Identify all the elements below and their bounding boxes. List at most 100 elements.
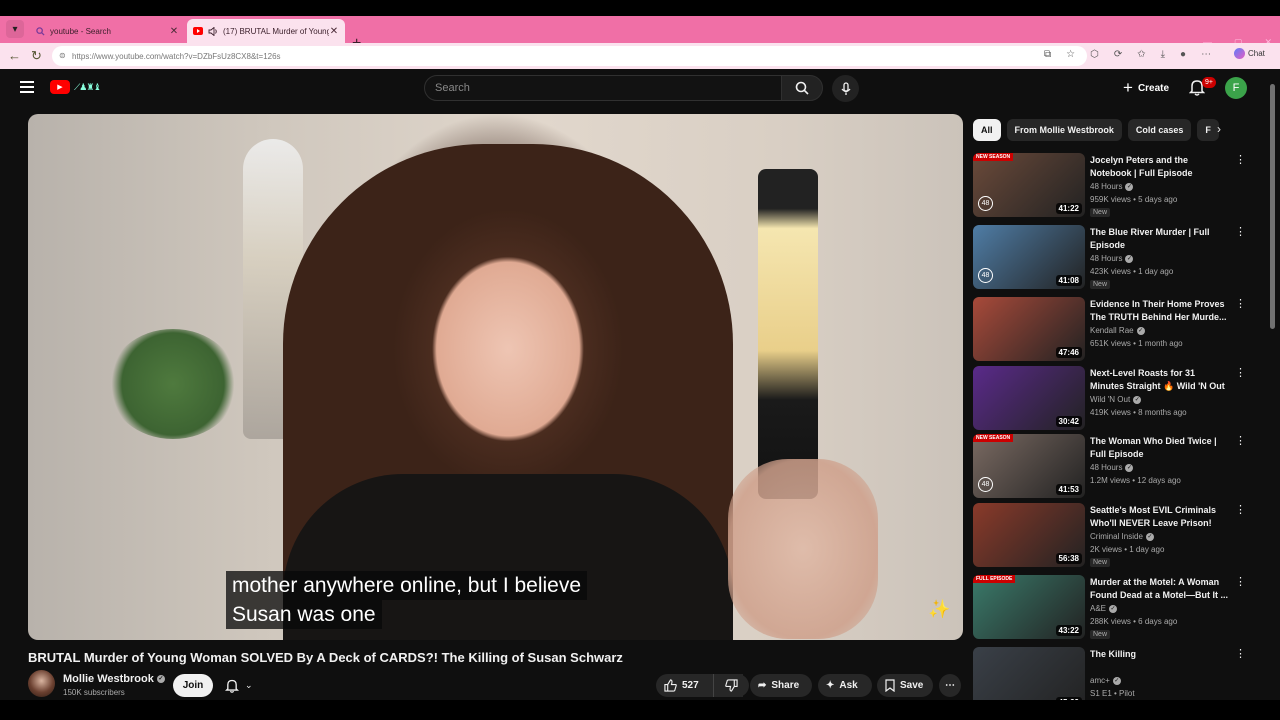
voice-search-button[interactable] [832, 75, 859, 102]
sparkle-icon[interactable]: ✨ [928, 599, 950, 620]
share-button[interactable]: ➦ Share [750, 674, 812, 697]
more-vert-icon[interactable]: ⋮ [1235, 155, 1246, 166]
tab-close-icon[interactable]: ✕ [329, 26, 339, 37]
notification-count-badge: 9+ [1202, 77, 1216, 88]
search-favicon-icon [35, 26, 45, 36]
search-button[interactable] [781, 75, 823, 101]
recommendation-meta: 288K views • 6 days ago [1090, 617, 1178, 626]
scrollbar-thumb[interactable] [1270, 84, 1275, 329]
url-field[interactable]: ⊜ https://www.youtube.com/watch?v=DZbFsU… [52, 46, 1087, 66]
more-vert-icon[interactable]: ⋮ [1235, 577, 1246, 588]
app-install-icon[interactable]: ⧉ [1044, 49, 1051, 60]
url-text: https://www.youtube.com/watch?v=DZbFsUz8… [72, 51, 281, 61]
hamburger-menu-icon[interactable] [20, 81, 34, 93]
recommendation-meta: 419K views • 8 months ago [1090, 408, 1187, 417]
tab-current-video[interactable]: (17) BRUTAL Murder of Young ✕ [187, 19, 345, 43]
video-thumbnail[interactable]: 47:46 [973, 297, 1085, 361]
favorites-icon[interactable]: ✩ [1137, 49, 1145, 60]
channel-name: amc+ [1090, 676, 1110, 685]
channel-name: Kendall Rae [1090, 326, 1134, 335]
video-frame-hand [728, 459, 878, 639]
chip-partial[interactable]: F [1197, 119, 1219, 141]
youtube-logo[interactable]: ▶ ⟋♟♜♝ [50, 80, 101, 94]
recommendation-title: Murder at the Motel: A Woman Found Dead … [1090, 577, 1228, 600]
recommendation-item[interactable]: 48 41:08 The Blue River Murder | Full Epis… [973, 225, 1246, 289]
save-button[interactable]: Save [877, 674, 933, 697]
video-thumbnail[interactable]: FULL EPISODE 43:22 [973, 575, 1085, 639]
recommendation-item[interactable]: FULL EPISODE 43:22 Murder at the Motel: A … [973, 575, 1246, 639]
search-icon [795, 81, 809, 95]
tab-title: youtube - Search [50, 26, 111, 36]
chevron-down-icon: ⌄ [245, 680, 253, 690]
video-frame-lamp-right [758, 169, 818, 499]
copilot-icon [1234, 48, 1245, 59]
thumbnail-flag-label: FULL EPISODE [973, 575, 1016, 583]
chevron-right-icon[interactable]: › [1217, 122, 1221, 136]
reading-icon[interactable]: ⟳ [1114, 49, 1122, 60]
channel-avatar[interactable] [28, 670, 55, 697]
verified-icon: ✓ [1145, 532, 1154, 541]
browser-window: ▾ youtube - Search ✕ (17) BRUTAL Murder … [0, 0, 1280, 720]
chip-cold-cases[interactable]: Cold cases [1127, 119, 1192, 141]
more-vert-icon[interactable]: ⋮ [1235, 649, 1246, 660]
join-button[interactable]: Join [173, 674, 213, 697]
video-thumbnail[interactable]: 56:38 [973, 503, 1085, 567]
bookmark-star-icon[interactable]: ☆ [1066, 49, 1075, 60]
more-vert-icon[interactable]: ⋮ [1235, 227, 1246, 238]
tab-list-button[interactable]: ▾ [6, 20, 24, 38]
recommendation-item[interactable]: 56:38 Seattle's Most EVIL Criminals Who'l… [973, 503, 1246, 567]
thumbnail-flag-label: NEW SEASON [973, 434, 1014, 442]
downloads-icon[interactable]: ⤓ [1161, 49, 1165, 60]
recommendation-item[interactable]: 47:46 Evidence In Their Home Proves The T… [973, 297, 1246, 361]
address-bar-row: ← ↻ ⊜ https://www.youtube.com/watch?v=DZ… [0, 43, 1280, 69]
more-vert-icon[interactable]: ⋮ [1235, 368, 1246, 379]
site-info-icon[interactable]: ⊜ [59, 51, 66, 60]
chip-all[interactable]: All [973, 119, 1001, 141]
doodle-logo-icon: ⟋♟♜♝ [74, 81, 101, 92]
create-label: Create [1137, 82, 1170, 94]
verified-icon: ✓ [1112, 676, 1121, 685]
video-thumbnail[interactable]: NEW SEASON 48 41:22 [973, 153, 1085, 217]
more-vert-icon[interactable]: ⋮ [1235, 505, 1246, 516]
youtube-page: ▶ ⟋♟♜♝ Search + Create 9+ F mother anywh… [3, 69, 1277, 711]
more-vert-icon[interactable]: ⋮ [1235, 299, 1246, 310]
back-arrow-icon[interactable]: ← [8, 48, 21, 64]
recommendation-item[interactable]: NEW SEASON 48 41:22 Jocelyn Peters and the … [973, 153, 1246, 217]
create-button[interactable]: + Create [1115, 76, 1177, 100]
chip-from-channel[interactable]: From Mollie Westbrook [1006, 119, 1122, 141]
subscriber-count: 150K subscribers [63, 688, 125, 697]
video-thumbnail[interactable]: 30:42 [973, 366, 1085, 430]
profile-icon[interactable]: ● [1180, 49, 1186, 60]
more-vert-icon[interactable]: ⋮ [1235, 436, 1246, 447]
chat-button[interactable]: Chat [1234, 48, 1265, 59]
thumbs-up-icon [664, 679, 677, 692]
tab-youtube-search[interactable]: youtube - Search ✕ [29, 19, 185, 43]
account-avatar[interactable]: F [1225, 77, 1247, 99]
recommendation-channel: Wild 'N Out ✓ [1090, 395, 1142, 404]
thumbs-down-icon [725, 679, 738, 692]
duration-badge: 41:22 [1055, 203, 1082, 214]
audio-playing-icon[interactable] [208, 26, 218, 36]
notification-preference-button[interactable]: ⌄ [220, 674, 266, 697]
search-input[interactable]: Search [424, 75, 782, 101]
extension-icon[interactable]: ⬡ [1090, 49, 1099, 60]
recommendation-title: Seattle's Most EVIL Criminals Who'll NEV… [1090, 505, 1217, 528]
dislike-button[interactable] [713, 674, 749, 697]
tab-close-icon[interactable]: ✕ [169, 26, 179, 37]
more-actions-button[interactable]: ⋯ [939, 674, 961, 697]
verified-icon: ✓ [1136, 326, 1145, 335]
video-thumbnail[interactable]: NEW SEASON 48 41:53 [973, 434, 1085, 498]
recommendation-title: Evidence In Their Home Proves The TRUTH … [1090, 299, 1227, 322]
network-logo-icon: 48 [978, 477, 993, 492]
reload-icon[interactable]: ↻ [31, 48, 42, 64]
menu-dots-icon[interactable]: ⋯ [1201, 49, 1211, 60]
video-player[interactable]: mother anywhere online, but I believe Su… [28, 114, 963, 640]
recommendation-item[interactable]: 30:42 Next-Level Roasts for 31 Minutes St… [973, 366, 1246, 430]
ask-button[interactable]: ✦ Ask [818, 674, 872, 697]
video-frame-plant [108, 329, 238, 439]
video-thumbnail[interactable]: 48 41:08 [973, 225, 1085, 289]
channel-name-row[interactable]: Mollie Westbrook ✓ [63, 673, 165, 685]
recommendation-item[interactable]: NEW SEASON 48 41:53 The Woman Who Died Twic… [973, 434, 1246, 498]
verified-icon: ✓ [1125, 254, 1134, 263]
scrollbar[interactable] [1268, 69, 1277, 700]
